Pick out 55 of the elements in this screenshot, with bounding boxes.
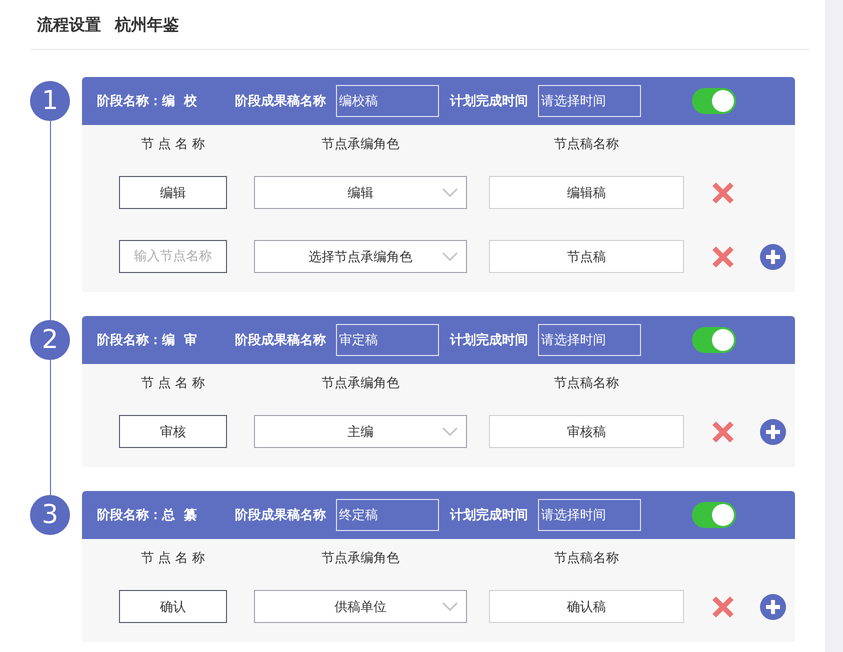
stage-name: 阶段名称：总 纂 xyxy=(97,507,198,524)
draft-name-field[interactable]: 确认稿 xyxy=(489,590,684,623)
output-name-field[interactable]: 终定稿 xyxy=(336,499,439,531)
chevron-down-icon[interactable] xyxy=(442,427,458,437)
stage-toggle[interactable] xyxy=(692,327,736,353)
step-number: 3 xyxy=(30,495,70,535)
deadline-label: 计划完成时间 xyxy=(450,332,528,349)
delete-icon[interactable] xyxy=(712,596,734,618)
column-header: 节 点 名 称 xyxy=(140,375,206,392)
stage-toggle[interactable] xyxy=(692,88,736,114)
column-header: 节点稿名称 xyxy=(553,136,620,153)
draft-name-field[interactable]: 节点稿 xyxy=(489,240,684,273)
delete-icon[interactable] xyxy=(712,246,734,268)
chevron-down-icon[interactable] xyxy=(442,188,458,198)
role-dropdown[interactable]: 选择节点承编角色 xyxy=(254,240,467,273)
column-header: 节点承编角色 xyxy=(320,375,400,392)
column-header: 节点稿名称 xyxy=(553,550,620,567)
chevron-down-icon[interactable] xyxy=(442,602,458,612)
output-label: 阶段成果稿名称 xyxy=(235,92,326,110)
stage-name: 阶段名称：编 校 xyxy=(97,92,198,110)
chevron-down-icon[interactable] xyxy=(442,252,458,262)
node-name-field[interactable]: 编辑 xyxy=(119,176,227,209)
deadline-label: 计划完成时间 xyxy=(450,92,528,110)
node-name-field[interactable]: 确认 xyxy=(119,590,227,623)
add-icon[interactable] xyxy=(760,244,786,270)
role-dropdown[interactable]: 供稿单位 xyxy=(254,590,467,623)
column-header: 节 点 名 称 xyxy=(140,550,206,567)
role-dropdown[interactable]: 主编 xyxy=(254,415,467,448)
output-label: 阶段成果稿名称 xyxy=(235,506,326,524)
draft-name-field[interactable]: 编辑稿 xyxy=(489,176,684,209)
draft-name-field[interactable]: 审核稿 xyxy=(489,415,684,448)
role-dropdown[interactable]: 编辑 xyxy=(254,176,467,209)
node-name-field[interactable]: 审核 xyxy=(119,415,227,448)
add-icon[interactable] xyxy=(760,594,786,620)
output-label: 阶段成果稿名称 xyxy=(235,332,326,349)
add-icon[interactable] xyxy=(760,418,786,444)
deadline-field[interactable]: 请选择时间 xyxy=(538,85,641,117)
step-number: 2 xyxy=(30,320,70,360)
delete-icon[interactable] xyxy=(712,420,734,442)
deadline-field[interactable]: 请选择时间 xyxy=(538,324,641,356)
column-header: 节 点 名 称 xyxy=(140,136,206,153)
column-header: 节点稿名称 xyxy=(553,375,620,392)
step-number: 1 xyxy=(30,81,70,121)
deadline-label: 计划完成时间 xyxy=(450,506,528,524)
stage-toggle[interactable] xyxy=(692,502,736,528)
output-name-field[interactable]: 编校稿 xyxy=(336,85,439,117)
column-header: 节点承编角色 xyxy=(320,136,400,153)
stage-name: 阶段名称：编 审 xyxy=(97,332,198,349)
page-title: 流程设置 xyxy=(37,14,101,36)
node-name-field[interactable]: 输入节点名称 xyxy=(119,240,227,273)
deadline-field[interactable]: 请选择时间 xyxy=(538,499,641,531)
column-header: 节点承编角色 xyxy=(320,550,400,567)
page-subtitle: 杭州年鉴 xyxy=(115,14,179,36)
delete-icon[interactable] xyxy=(712,182,734,204)
output-name-field[interactable]: 审定稿 xyxy=(336,324,439,356)
